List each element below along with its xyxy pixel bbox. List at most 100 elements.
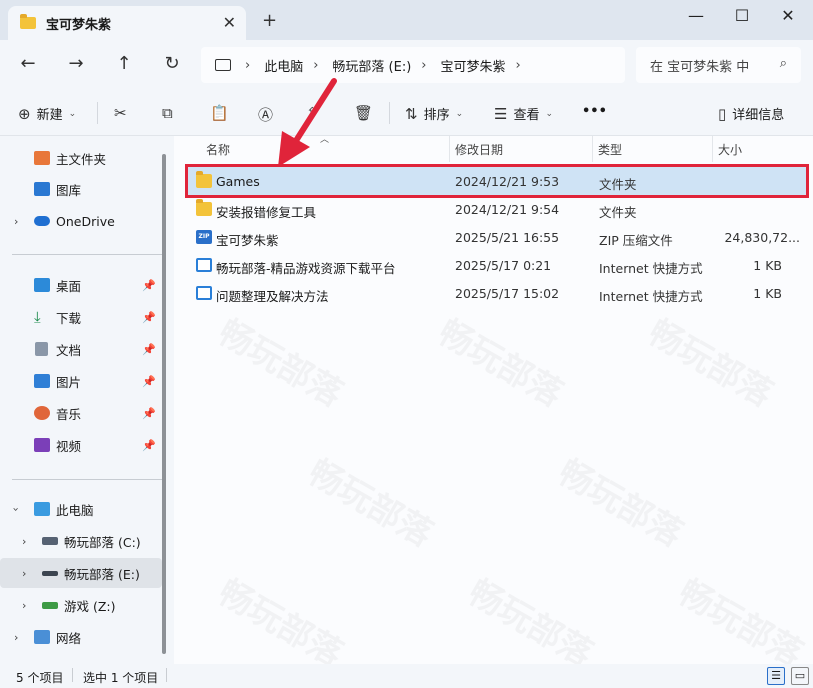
watermark-text: 畅玩部落 [431, 312, 570, 415]
file-size: 1 KB [753, 258, 782, 273]
sidebar-item-label: OneDrive [56, 213, 115, 229]
column-header-size[interactable]: 大小 [718, 136, 742, 162]
chevron-right-icon[interactable]: › [14, 215, 18, 228]
tab-active[interactable]: 宝可梦朱紫 ✕ [8, 6, 246, 40]
sidebar-item-desktop[interactable]: 桌面 📌 [0, 270, 162, 300]
new-tab-button[interactable]: + [262, 10, 277, 31]
breadcrumb-drive-e[interactable]: 畅玩部落 (E:) [332, 56, 411, 75]
toolbar-divider [97, 102, 98, 124]
tab-title: 宝可梦朱紫 [46, 17, 112, 33]
pin-icon[interactable]: 📌 [142, 311, 156, 324]
plus-circle-icon: ⊕ [18, 104, 31, 123]
file-name: 安装报错修复工具 [216, 205, 317, 220]
copy-icon[interactable]: ⧉ [162, 104, 179, 122]
sidebar-item-label: 音乐 [56, 406, 82, 422]
sidebar-item-label: 游戏 (Z:) [64, 598, 116, 614]
chevron-right-icon[interactable]: › [14, 631, 18, 644]
file-modified: 2025/5/17 0:21 [455, 258, 552, 273]
sidebar-item-gallery[interactable]: 图库 [0, 174, 162, 204]
music-icon [34, 406, 50, 420]
address-bar[interactable]: › 此电脑 › 畅玩部落 (E:) › 宝可梦朱紫 › [201, 47, 625, 83]
refresh-button[interactable]: ↻ [160, 53, 184, 74]
close-window-button[interactable]: ✕ [765, 6, 811, 25]
sidebar-item-drive-e[interactable]: › 畅玩部落 (E:) [0, 558, 162, 588]
pin-icon[interactable]: 📌 [142, 439, 156, 452]
new-button[interactable]: ⊕ 新建 ⌄ [18, 104, 77, 124]
sidebar-item-home[interactable]: 主文件夹 [0, 143, 162, 173]
minimize-button[interactable]: — [673, 6, 719, 25]
sidebar-item-label: 下载 [56, 310, 82, 326]
up-button[interactable]: ↑ [112, 53, 136, 74]
pin-icon[interactable]: 📌 [142, 343, 156, 356]
file-row[interactable]: 问题整理及解决方法 2025/5/17 15:02 Internet 快捷方式 … [188, 279, 806, 307]
sidebar-divider [12, 254, 162, 255]
status-divider [72, 668, 73, 682]
pin-icon[interactable]: 📌 [142, 407, 156, 420]
sidebar-item-videos[interactable]: 视频 📌 [0, 430, 162, 460]
column-header-name[interactable]: 名称 [206, 136, 230, 162]
forward-button[interactable]: → [64, 53, 88, 74]
file-size: 24,830,72... [724, 230, 800, 245]
cloud-icon [34, 216, 50, 226]
file-row[interactable]: 畅玩部落-精品游戏资源下载平台 2025/5/17 0:21 Internet … [188, 251, 806, 279]
view-button[interactable]: ☰ 查看 ⌄ [494, 104, 553, 124]
search-input[interactable]: 在 宝可梦朱紫 中 ⌕ [636, 47, 801, 83]
column-divider[interactable] [592, 136, 593, 162]
file-type: 文件夹 [599, 205, 637, 220]
download-icon: ⤓ [34, 308, 41, 326]
file-modified: 2025/5/17 15:02 [455, 286, 560, 301]
document-icon [35, 342, 48, 356]
breadcrumb-current-folder[interactable]: 宝可梦朱紫 [441, 56, 506, 75]
chevron-right-icon[interactable]: › [22, 599, 26, 612]
watermark-text: 畅玩部落 [211, 572, 350, 675]
sort-button[interactable]: ⇅ 排序 ⌄ [405, 104, 463, 124]
file-row[interactable]: 安装报错修复工具 2024/12/21 9:54 文件夹 [188, 195, 806, 223]
details-view-icon[interactable]: ☰ [767, 667, 785, 685]
sidebar-item-music[interactable]: 音乐 📌 [0, 398, 162, 428]
cut-icon[interactable]: ✂ [114, 104, 133, 122]
paste-icon[interactable]: 📋 [210, 104, 235, 122]
details-pane-button[interactable]: ▯ 详细信息 [718, 104, 785, 124]
desktop-icon [34, 278, 50, 292]
drive-icon [42, 602, 58, 609]
file-modified: 2024/12/21 9:54 [455, 202, 560, 217]
pin-icon[interactable]: 📌 [142, 279, 156, 292]
file-name: 宝可梦朱紫 [216, 233, 279, 248]
sidebar-item-drive-z[interactable]: › 游戏 (Z:) [0, 590, 162, 620]
more-options-button[interactable]: ••• [582, 104, 607, 119]
watermark-text: 畅玩部落 [211, 312, 350, 415]
column-divider[interactable] [449, 136, 450, 162]
file-name: Games [216, 174, 260, 189]
chevron-right-icon[interactable]: › [22, 535, 26, 548]
breadcrumb-this-pc[interactable]: 此电脑 [264, 56, 303, 75]
maximize-button[interactable]: ☐ [719, 6, 765, 25]
delete-icon[interactable]: 🗑 [354, 104, 379, 122]
chevron-down-icon: ⌄ [68, 108, 77, 119]
sidebar-item-this-pc[interactable]: › 此电脑 [0, 494, 162, 524]
column-divider[interactable] [712, 136, 713, 162]
sidebar-item-network[interactable]: › 网络 [0, 622, 162, 652]
back-button[interactable]: ← [16, 53, 40, 74]
sidebar-item-drive-c[interactable]: › 畅玩部落 (C:) [0, 526, 162, 556]
sidebar-item-onedrive[interactable]: › OneDrive [0, 206, 162, 236]
file-row[interactable]: ZIP 宝可梦朱紫 2025/5/21 16:55 ZIP 压缩文件 24,83… [188, 223, 806, 251]
breadcrumb-separator: › [421, 57, 427, 73]
breadcrumb-separator: › [515, 57, 521, 73]
sidebar-item-documents[interactable]: 文档 📌 [0, 334, 162, 364]
sort-label: 排序 [423, 108, 450, 123]
tiles-view-icon[interactable]: ▭ [791, 667, 809, 685]
sidebar-scrollbar[interactable] [162, 154, 166, 654]
file-name: 畅玩部落-精品游戏资源下载平台 [216, 261, 396, 276]
column-header-modified[interactable]: 修改日期 [455, 136, 503, 162]
tab-close-icon[interactable]: ✕ [223, 13, 236, 32]
chevron-right-icon[interactable]: › [22, 567, 26, 580]
sidebar-item-downloads[interactable]: ⤓ 下载 📌 [0, 302, 162, 332]
column-header-type[interactable]: 类型 [598, 136, 622, 162]
sidebar-item-pictures[interactable]: 图片 📌 [0, 366, 162, 396]
internet-shortcut-icon [196, 258, 212, 272]
pin-icon[interactable]: 📌 [142, 375, 156, 388]
chevron-down-icon[interactable]: › [10, 507, 23, 511]
details-label: 详细信息 [732, 108, 785, 123]
sidebar-item-label: 网络 [56, 630, 82, 646]
computer-icon [215, 59, 231, 71]
